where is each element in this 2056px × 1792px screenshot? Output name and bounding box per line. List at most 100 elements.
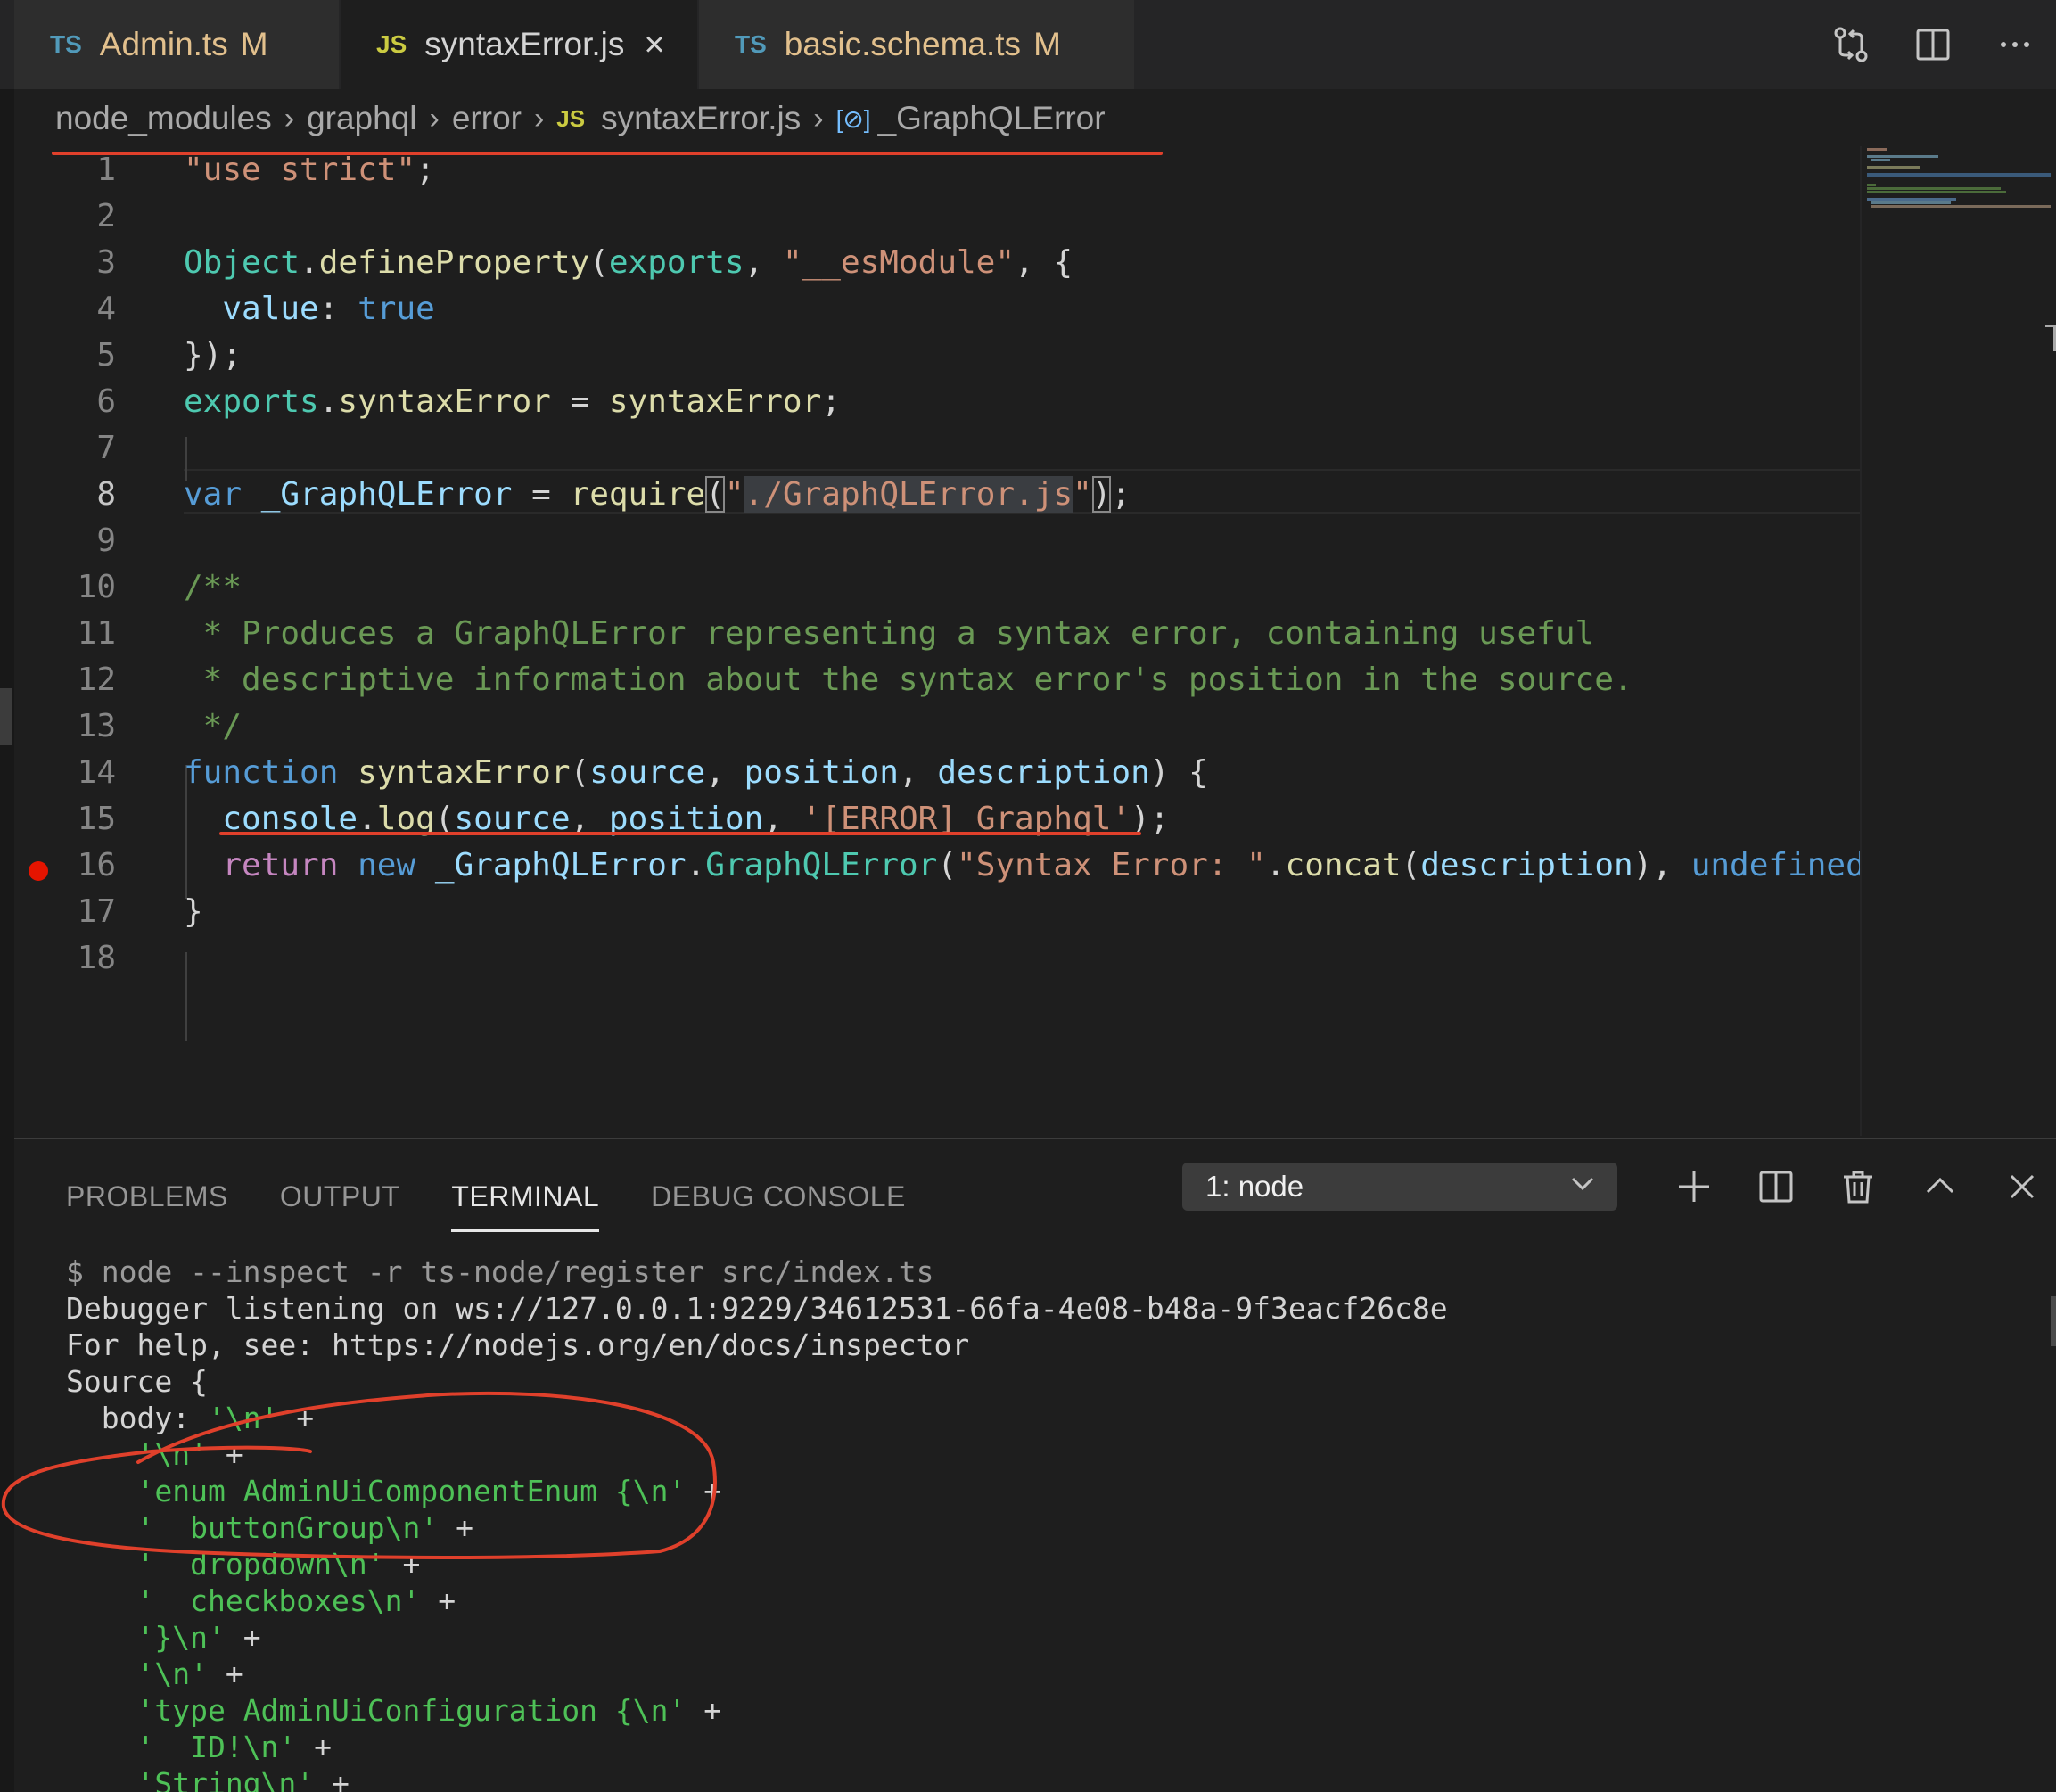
tab-label: basic.schema.ts (784, 26, 1022, 62)
compare-changes-icon[interactable] (1810, 0, 1892, 89)
terminal-line: Debugger listening on ws://127.0.0.1:922… (66, 1291, 1448, 1326)
terminal-line: 'String\n' + (136, 1766, 350, 1792)
line-number: 18 (77, 939, 116, 976)
tab-label: Admin.ts (99, 26, 228, 62)
terminal-line: '}\n' + (136, 1620, 261, 1655)
editor-tab-bar: TS Admin.ts M JS syntaxError.js × TS bas… (0, 0, 2056, 89)
code-line: 2 (0, 193, 1860, 239)
javascript-file-icon: JS (376, 30, 407, 58)
bottom-panel: PROBLEMS OUTPUT TERMINAL DEBUG CONSOLE 1… (14, 1138, 2056, 1792)
code-line: 3 Object.defineProperty(exports, "__esMo… (0, 239, 1860, 285)
modified-badge: M (1033, 26, 1061, 62)
terminal-select-value: 1: node (1205, 1170, 1304, 1203)
line-number: 4 (96, 290, 116, 327)
line-number: 12 (77, 661, 116, 698)
line-number: 13 (77, 707, 116, 744)
annotation-underline-console-log (219, 832, 1141, 835)
line-number: 17 (77, 892, 116, 930)
code-line: 12 * descriptive information about the s… (0, 656, 1860, 703)
tab-output[interactable]: OUTPUT (280, 1161, 400, 1232)
new-terminal-icon[interactable] (1653, 1169, 1735, 1204)
terminal-line: ' checkboxes\n' + (136, 1583, 456, 1618)
tab-debug-console[interactable]: DEBUG CONSOLE (651, 1161, 906, 1232)
variable-symbol-icon: [⊘] (835, 104, 871, 133)
terminal-select[interactable]: 1: node (1182, 1163, 1617, 1211)
close-panel-icon[interactable] (1981, 1169, 2056, 1204)
terminal-line: $ node --inspect -r ts-node/register src… (66, 1254, 934, 1289)
line-number: 7 (96, 429, 116, 466)
breadcrumb-file[interactable]: syntaxError.js (601, 100, 801, 137)
code-line: 11 * Produces a GraphQLError representin… (0, 610, 1860, 656)
tab-terminal[interactable]: TERMINAL (451, 1161, 599, 1232)
editor-actions (1810, 0, 2056, 89)
line-number: 15 (77, 800, 116, 837)
tab-label: syntaxError.js (424, 26, 625, 62)
more-actions-icon[interactable] (1974, 0, 2056, 89)
line-number: 16 (77, 846, 116, 884)
breadcrumb-item[interactable]: node_modules (55, 100, 272, 137)
code-line: 5 }); (0, 332, 1860, 378)
code-editor[interactable]: 1 "use strict"; 2 3 Object.definePropert… (0, 152, 2056, 1138)
code-line: 9 (0, 517, 1860, 563)
line-number: 1 (96, 151, 116, 188)
code-line: 17 } (0, 888, 1860, 934)
breadcrumb: node_modules › graphql › error › JS synt… (55, 93, 1106, 144)
javascript-file-icon: JS (556, 104, 586, 132)
terminal-line: '\n' + (136, 1437, 243, 1472)
minimap[interactable] (1860, 146, 2051, 1136)
terminal-line: ' dropdown\n' + (136, 1547, 421, 1582)
chevron-right-icon: › (533, 101, 545, 136)
terminal-line: 'type AdminUiConfiguration {\n' + (136, 1693, 722, 1728)
typescript-file-icon: TS (735, 30, 767, 58)
code-line: 14 function syntaxError(source, position… (0, 749, 1860, 795)
line-number: 9 (96, 522, 116, 559)
line-number: 14 (77, 753, 116, 791)
code-line: 10 /** (0, 563, 1860, 610)
line-number: 3 (96, 243, 116, 281)
close-tab-icon[interactable]: × (644, 25, 664, 65)
code-line-current: 8 var _GraphQLError = require("./GraphQL… (0, 471, 1860, 517)
split-editor-icon[interactable] (1892, 0, 1974, 89)
code-line: 6 exports.syntaxError = syntaxError; (0, 378, 1860, 424)
breadcrumb-symbol[interactable]: _GraphQLError (878, 100, 1106, 137)
code-line: 13 */ (0, 703, 1860, 749)
kill-terminal-icon[interactable] (1817, 1169, 1899, 1204)
modified-badge: M (240, 26, 268, 62)
terminal-line: Source { (66, 1364, 208, 1399)
tab-syntaxerror-js[interactable]: JS syntaxError.js × (341, 0, 699, 89)
terminal-line: body: '\n' + (66, 1401, 315, 1435)
line-number: 8 (96, 475, 116, 513)
code-line: 18 (0, 934, 1860, 981)
chevron-right-icon: › (284, 101, 295, 136)
line-number: 11 (77, 614, 116, 652)
chevron-down-icon (1569, 1170, 1596, 1204)
split-terminal-icon[interactable] (1735, 1169, 1817, 1204)
code-line: 1 "use strict"; (0, 146, 1860, 193)
line-number: 10 (77, 568, 116, 605)
terminal-line: '\n' + (136, 1656, 243, 1691)
terminal-scrollbar[interactable] (2051, 1296, 2056, 1346)
line-number: 5 (96, 336, 116, 374)
terminal-output[interactable]: $ node --inspect -r ts-node/register src… (66, 1254, 1448, 1792)
tab-problems[interactable]: PROBLEMS (66, 1161, 228, 1232)
code-line: 7 (0, 424, 1860, 471)
terminal-line: 'enum AdminUiComponentEnum {\n' + (136, 1474, 722, 1508)
panel-actions (1653, 1157, 2056, 1216)
terminal-line: ' ID!\n' + (136, 1730, 333, 1764)
terminal-line: ' buttonGroup\n' + (136, 1510, 473, 1545)
code-line: 4 value: true (0, 285, 1860, 332)
line-number: 6 (96, 382, 116, 420)
tab-basic-schema-ts[interactable]: TS basic.schema.ts M (699, 0, 1136, 89)
typescript-file-icon: TS (50, 30, 82, 58)
line-number: 2 (96, 197, 116, 234)
panel-tab-list: PROBLEMS OUTPUT TERMINAL DEBUG CONSOLE (66, 1161, 958, 1232)
scrollbar-marker (2045, 325, 2056, 351)
maximize-panel-icon[interactable] (1899, 1169, 1981, 1204)
code-line: 16 return new _GraphQLError.GraphQLError… (0, 842, 1860, 888)
chevron-right-icon: › (813, 101, 824, 136)
chevron-right-icon: › (429, 101, 440, 136)
breadcrumb-item[interactable]: graphql (307, 100, 416, 137)
breadcrumb-item[interactable]: error (452, 100, 522, 137)
tab-admin-ts[interactable]: TS Admin.ts M (14, 0, 341, 89)
terminal-line: For help, see: https://nodejs.org/en/doc… (66, 1328, 970, 1362)
